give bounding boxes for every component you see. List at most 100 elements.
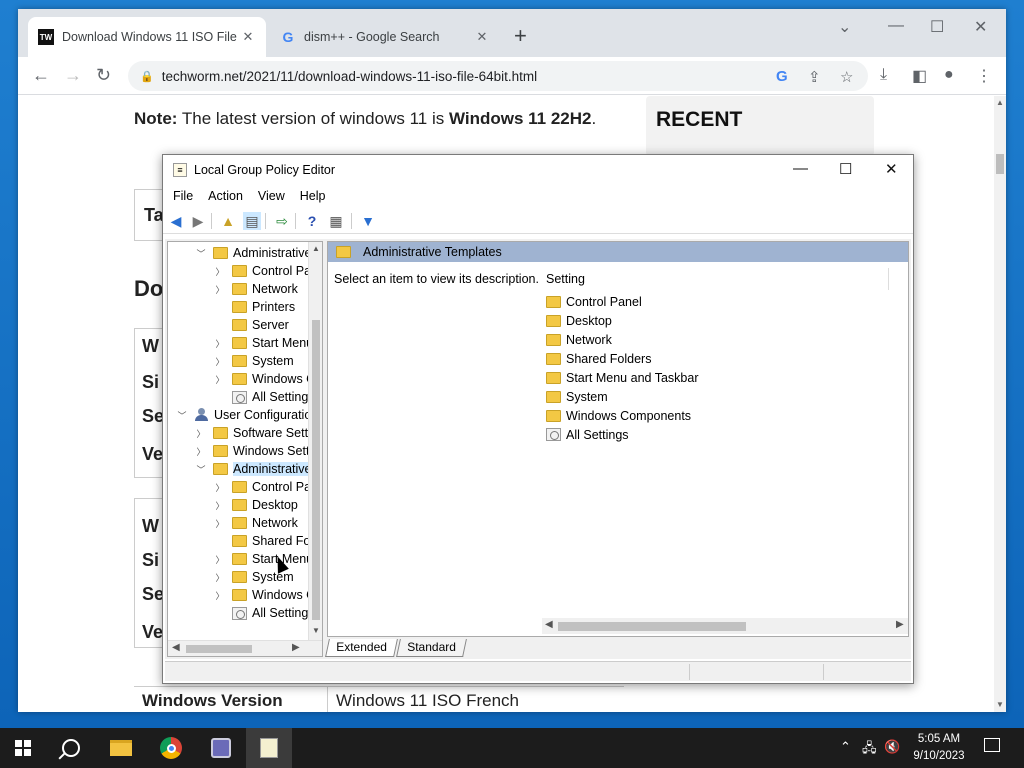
minimize-icon[interactable]: — <box>888 17 904 35</box>
tree-vertical-scrollbar[interactable]: ▲ ▼ <box>308 242 322 642</box>
filter-icon[interactable]: ▼ <box>359 212 377 230</box>
tree-node[interactable]: 〉Windows Components <box>214 586 322 604</box>
chevron-right-icon[interactable]: 〉 <box>214 571 226 584</box>
chevron-right-icon[interactable]: 〉 <box>214 265 226 278</box>
tree-node[interactable]: Server <box>214 316 289 334</box>
app-button[interactable] <box>198 728 244 768</box>
tree-node[interactable]: 〉 Network <box>214 280 297 298</box>
profile-avatar-icon[interactable]: ● <box>944 66 954 84</box>
list-item[interactable]: Network <box>546 330 612 349</box>
tree-pane[interactable]: All Settings〉Windows Components〉System〉S… <box>167 241 323 657</box>
chevron-right-icon[interactable]: 〉 <box>214 355 226 368</box>
gpo-title-bar[interactable]: ≡ Local Group Policy Editor — ☐ ✕ <box>163 155 913 185</box>
bookmark-star-icon[interactable]: ☆ <box>840 68 853 86</box>
list-item[interactable]: Control Panel <box>546 292 642 311</box>
chevron-right-icon[interactable]: 〉 <box>214 481 226 494</box>
back-arrow-icon[interactable]: ◀ <box>167 212 185 230</box>
tree-node[interactable]: All Settings <box>214 604 315 622</box>
chevron-right-icon[interactable]: 〉 <box>195 427 207 440</box>
up-folder-icon[interactable]: ▲ <box>219 212 237 230</box>
scroll-up-icon[interactable]: ▲ <box>312 244 320 253</box>
chrome-button[interactable] <box>148 728 194 768</box>
list-item[interactable]: System <box>546 387 608 406</box>
tree-node[interactable]: 〉 Desktop <box>214 496 297 514</box>
notification-icon[interactable] <box>984 738 1000 752</box>
scroll-up-icon[interactable]: ▲ <box>996 98 1004 107</box>
export-list-icon[interactable]: ⇨ <box>273 212 291 230</box>
forward-arrow-icon[interactable]: → <box>64 65 82 85</box>
scroll-thumb[interactable] <box>312 320 320 620</box>
list-item[interactable]: Shared Folders <box>546 349 651 368</box>
chevron-right-icon[interactable]: 〉 <box>214 499 226 512</box>
list-item[interactable]: Start Menu and Taskbar <box>546 368 698 387</box>
file-explorer-button[interactable] <box>98 728 144 768</box>
tab-google-search[interactable]: G dism++ - Google Search ✕ <box>270 17 500 57</box>
chevron-right-icon[interactable]: 〉 <box>195 445 207 458</box>
list-item[interactable]: All Settings <box>546 425 629 444</box>
maximize-icon[interactable]: ☐ <box>839 160 852 178</box>
address-bar[interactable]: 🔒 techworm.net/2021/11/download-windows-… <box>128 61 868 91</box>
tree-node[interactable]: 〉 Network <box>214 514 297 532</box>
chevron-right-icon[interactable]: 〉 <box>214 373 226 386</box>
maximize-icon[interactable]: ☐ <box>930 17 944 37</box>
menu-action[interactable]: Action <box>208 189 243 203</box>
menu-view[interactable]: View <box>258 189 285 203</box>
start-button[interactable] <box>0 728 46 768</box>
minimize-icon[interactable]: — <box>793 160 808 177</box>
scroll-left-icon[interactable]: ◀ <box>545 619 553 630</box>
tree-node[interactable]: Printers <box>214 298 295 316</box>
tab-standard[interactable]: Standard <box>395 639 467 657</box>
tab-techworm[interactable]: TW Download Windows 11 ISO File ( ✕ <box>28 17 266 57</box>
close-window-icon[interactable]: ✕ <box>885 160 898 178</box>
tab-search-chevron-icon[interactable]: ⌄ <box>838 17 851 37</box>
column-header-setting[interactable]: Setting <box>546 272 585 286</box>
tree-node[interactable]: ﹀Administrative Templates <box>195 244 322 262</box>
menu-help[interactable]: Help <box>300 189 326 203</box>
clock[interactable]: 5:05 AM 9/10/2023 <box>906 731 972 765</box>
search-button[interactable] <box>48 728 94 768</box>
scroll-right-icon[interactable]: ▶ <box>896 619 904 630</box>
tree-horizontal-scrollbar[interactable]: ◀ ▶ <box>168 640 322 656</box>
chevron-right-icon[interactable]: 〉 <box>214 517 226 530</box>
tree-node[interactable]: 〉 Control Panel <box>214 478 322 496</box>
new-tab-button[interactable]: + <box>514 25 527 47</box>
tree-node[interactable]: 〉Windows Components <box>214 370 322 388</box>
tree-node[interactable]: 〉 Windows Settings <box>195 442 322 460</box>
close-tab-icon[interactable]: ✕ <box>474 29 490 45</box>
tree-node[interactable]: All Settings <box>214 388 315 406</box>
group-policy-button[interactable] <box>246 728 292 768</box>
volume-muted-icon[interactable]: 🔇 <box>884 739 900 755</box>
scroll-down-icon[interactable]: ▼ <box>996 700 1004 709</box>
properties-icon[interactable]: ▦ <box>327 212 345 230</box>
help-icon[interactable]: ? <box>303 212 321 230</box>
scroll-down-icon[interactable]: ▼ <box>312 626 320 635</box>
chevron-right-icon[interactable]: 〉 <box>214 283 226 296</box>
close-tab-icon[interactable]: ✕ <box>240 29 256 45</box>
chevron-right-icon[interactable]: 〉 <box>214 589 226 602</box>
back-arrow-icon[interactable]: ← <box>32 65 50 85</box>
scroll-left-icon[interactable]: ◀ <box>172 642 180 653</box>
chevron-right-icon[interactable]: 〉 <box>214 553 226 566</box>
chevron-down-icon[interactable]: ﹀ <box>195 463 207 476</box>
reload-icon[interactable]: ↻ <box>96 65 111 85</box>
tree-node[interactable]: Shared Folders <box>214 532 322 550</box>
tree-node[interactable]: 〉Start Menu and Taskbar <box>214 550 322 568</box>
tree-node[interactable]: 〉 Software Settings <box>195 424 322 442</box>
tree-node[interactable]: ﹀Administrative Templates <box>195 460 322 478</box>
network-icon[interactable]: 🖧 <box>862 739 877 761</box>
scroll-thumb[interactable] <box>558 622 746 631</box>
pane-horizontal-scrollbar[interactable]: ◀ ▶ <box>542 618 908 634</box>
forward-arrow-icon[interactable]: ▶ <box>189 212 207 230</box>
scroll-thumb[interactable] <box>996 154 1004 174</box>
chevron-down-icon[interactable]: ﹀ <box>176 409 188 422</box>
download-icon[interactable]: ⤓ <box>880 66 887 84</box>
tree-node[interactable]: 〉Start Menu and Taskbar <box>214 334 322 352</box>
close-window-icon[interactable]: ✕ <box>974 17 987 37</box>
side-panel-icon[interactable]: ◧ <box>912 66 927 86</box>
menu-file[interactable]: File <box>173 189 193 203</box>
show-hide-tree-icon[interactable]: ▤ <box>243 212 261 230</box>
tree-node[interactable]: 〉 System <box>214 352 293 370</box>
share-icon[interactable]: ⇪ <box>808 68 821 86</box>
scroll-thumb[interactable] <box>186 645 252 653</box>
menu-kebab-icon[interactable]: ⋮ <box>976 66 992 86</box>
